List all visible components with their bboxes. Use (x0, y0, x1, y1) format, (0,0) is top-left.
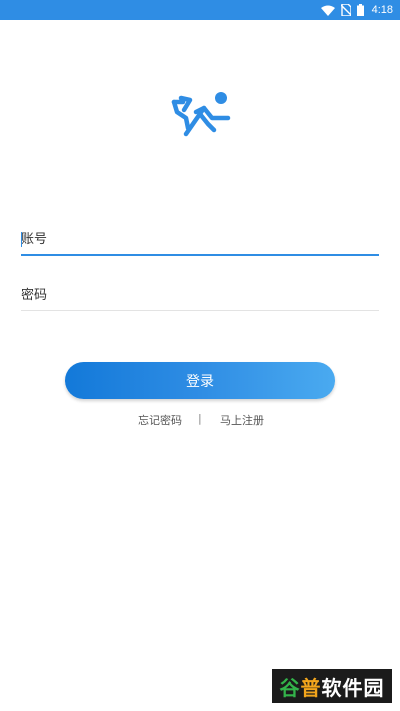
auth-links: 忘记密码 | 马上注册 (0, 412, 400, 428)
no-sim-icon (340, 4, 351, 16)
watermark-logo: 谷 普 软件园 (272, 669, 392, 703)
password-underline (21, 310, 379, 311)
runner-logo-icon (170, 88, 232, 140)
text-caret (21, 232, 22, 247)
account-underline (21, 254, 379, 256)
login-button[interactable]: 登录 (65, 362, 335, 399)
forgot-password-link[interactable]: 忘记密码 (138, 412, 182, 428)
battery-icon (356, 4, 364, 16)
password-field (21, 280, 379, 311)
register-link[interactable]: 马上注册 (220, 412, 264, 428)
watermark-part3: 软件园 (321, 675, 385, 700)
password-input[interactable] (21, 280, 379, 310)
account-input[interactable] (21, 224, 379, 254)
account-field (21, 224, 379, 256)
status-time: 4:18 (371, 4, 393, 16)
watermark-part1: 谷 (279, 675, 301, 700)
links-divider: | (198, 412, 202, 425)
status-bar: 4:18 (0, 0, 400, 20)
wifi-icon (320, 5, 335, 16)
watermark-part2: 普 (300, 675, 322, 700)
